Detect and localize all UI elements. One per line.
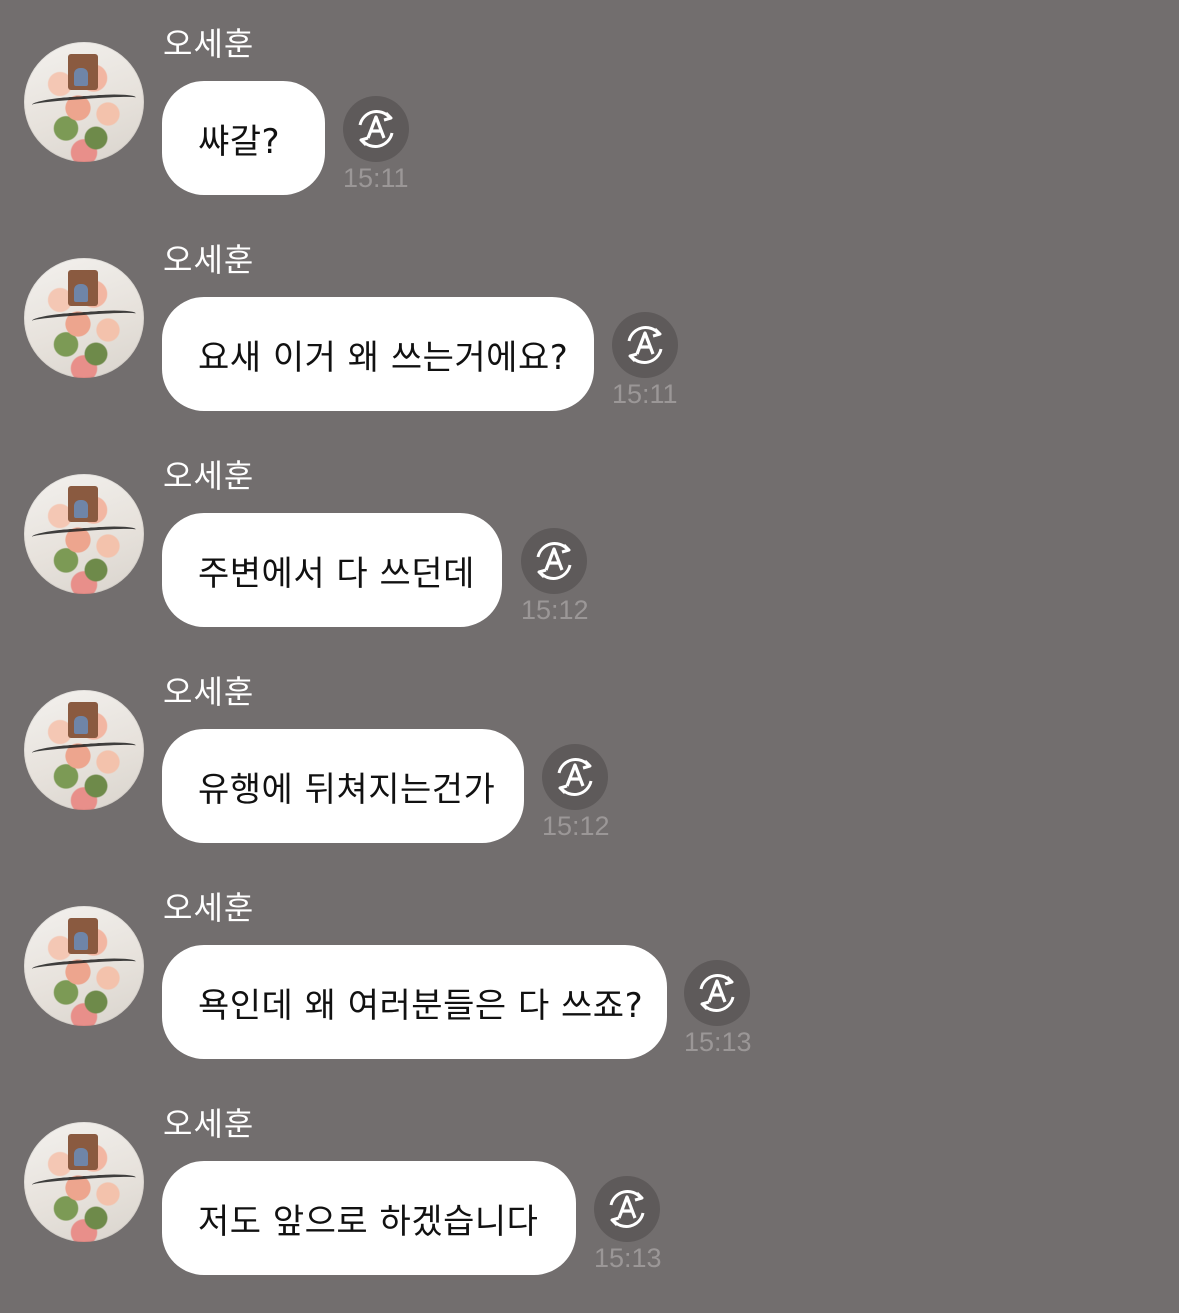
chat-message: 오세훈 저도 앞으로 하겠습니다 15:13 bbox=[0, 1080, 1179, 1296]
message-text: 욕인데 왜 여러분들은 다 쓰죠? bbox=[198, 985, 644, 1026]
sender-avatar[interactable] bbox=[24, 1122, 144, 1242]
translate-icon bbox=[358, 110, 394, 148]
message-text: 주변에서 다 쓰던데 bbox=[198, 553, 475, 594]
message-bubble[interactable]: 욕인데 왜 여러분들은 다 쓰죠? bbox=[162, 945, 667, 1059]
sender-name: 오세훈 bbox=[163, 25, 255, 63]
chat-message: 오세훈 쌰갈? 15:11 bbox=[0, 0, 1179, 216]
translate-button[interactable] bbox=[594, 1176, 660, 1242]
sender-name: 오세훈 bbox=[163, 457, 255, 495]
message-bubble[interactable]: 유행에 뒤쳐지는건가 bbox=[162, 729, 524, 843]
message-bubble[interactable]: 쌰갈? bbox=[162, 81, 325, 195]
sender-name: 오세훈 bbox=[163, 241, 255, 279]
message-timestamp: 15:11 bbox=[343, 163, 409, 193]
translate-button[interactable] bbox=[684, 960, 750, 1026]
message-timestamp: 15:12 bbox=[521, 595, 589, 625]
sender-name: 오세훈 bbox=[163, 889, 255, 927]
translate-icon bbox=[536, 542, 572, 580]
message-timestamp: 15:13 bbox=[594, 1243, 662, 1273]
sender-avatar[interactable] bbox=[24, 690, 144, 810]
translate-icon bbox=[557, 758, 593, 796]
sender-name: 오세훈 bbox=[163, 1105, 255, 1143]
message-timestamp: 15:12 bbox=[542, 811, 610, 841]
message-text: 요새 이거 왜 쓰는거에요? bbox=[198, 337, 569, 378]
message-bubble[interactable]: 주변에서 다 쓰던데 bbox=[162, 513, 502, 627]
translate-button[interactable] bbox=[521, 528, 587, 594]
sender-name: 오세훈 bbox=[163, 673, 255, 711]
translate-button[interactable] bbox=[343, 96, 409, 162]
chat-message: 오세훈 욕인데 왜 여러분들은 다 쓰죠? 15:13 bbox=[0, 864, 1179, 1080]
message-text: 쌰갈? bbox=[198, 121, 281, 162]
chat-message: 오세훈 요새 이거 왜 쓰는거에요? 15:11 bbox=[0, 216, 1179, 432]
message-text: 유행에 뒤쳐지는건가 bbox=[198, 769, 496, 810]
message-bubble[interactable]: 저도 앞으로 하겠습니다 bbox=[162, 1161, 576, 1275]
message-timestamp: 15:13 bbox=[684, 1027, 752, 1057]
sender-avatar[interactable] bbox=[24, 42, 144, 162]
message-text: 저도 앞으로 하겠습니다 bbox=[198, 1201, 539, 1242]
message-bubble[interactable]: 요새 이거 왜 쓰는거에요? bbox=[162, 297, 594, 411]
message-timestamp: 15:11 bbox=[612, 379, 678, 409]
chat-message-list[interactable]: 오세훈 쌰갈? 15:11 오세훈 요새 이거 왜 쓰는거에요? 15:11 오… bbox=[0, 0, 1179, 1313]
sender-avatar[interactable] bbox=[24, 258, 144, 378]
translate-icon bbox=[699, 974, 735, 1012]
sender-avatar[interactable] bbox=[24, 474, 144, 594]
chat-message: 오세훈 주변에서 다 쓰던데 15:12 bbox=[0, 432, 1179, 648]
sender-avatar[interactable] bbox=[24, 906, 144, 1026]
translate-icon bbox=[627, 326, 663, 364]
chat-message: 오세훈 유행에 뒤쳐지는건가 15:12 bbox=[0, 648, 1179, 864]
translate-button[interactable] bbox=[542, 744, 608, 810]
translate-icon bbox=[609, 1190, 645, 1228]
translate-button[interactable] bbox=[612, 312, 678, 378]
